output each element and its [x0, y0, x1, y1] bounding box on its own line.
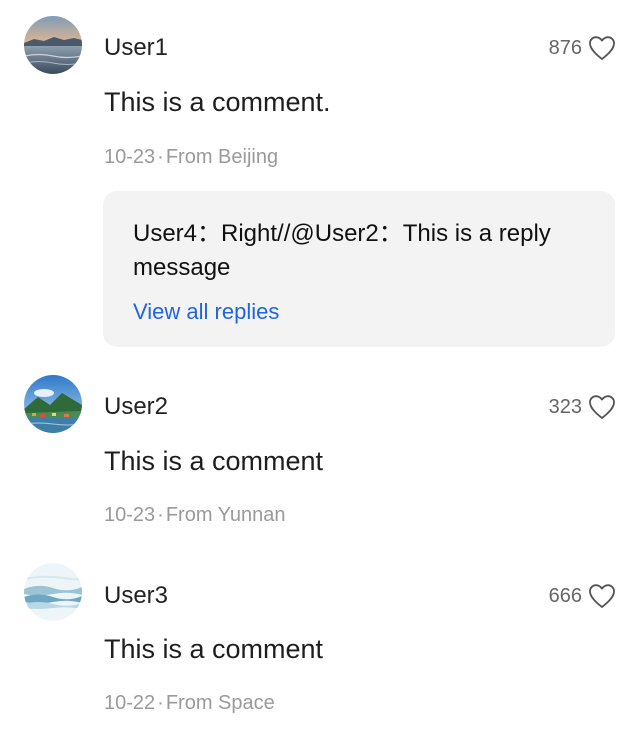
comment-date: 10-23	[104, 146, 156, 168]
heart-outline-icon[interactable]	[588, 35, 616, 61]
separator: ·	[157, 146, 164, 168]
comment-location: From Beijing	[165, 146, 279, 168]
like-button[interactable]: 323	[549, 394, 616, 420]
avatar[interactable]	[24, 375, 82, 433]
like-count: 666	[548, 584, 582, 607]
comment-text: This is a comment.	[104, 87, 331, 117]
comment-text: This is a comment	[104, 634, 324, 664]
reply-preview[interactable]: User4：Right//@User2：This is a reply mess…	[103, 191, 615, 347]
avatar[interactable]	[24, 563, 82, 621]
comment-meta: 10-23 · From Beijing	[104, 146, 278, 169]
comment-meta: 10-23 · From Yunnan	[104, 504, 286, 527]
view-all-replies-link[interactable]: View all replies	[133, 299, 279, 325]
comment-location: From Space	[165, 692, 275, 714]
avatar[interactable]	[24, 16, 82, 74]
reply-text: User4：Right//@User2：This is a reply mess…	[133, 220, 551, 281]
like-button[interactable]: 666	[549, 583, 616, 609]
avatar-image	[24, 375, 82, 433]
avatar-image	[24, 16, 82, 74]
username[interactable]: User3	[104, 582, 168, 610]
comment-text: This is a comment	[104, 446, 324, 476]
like-count: 323	[548, 395, 582, 418]
comment-date: 10-22	[104, 692, 156, 714]
heart-outline-icon[interactable]	[588, 394, 616, 420]
like-count: 876	[548, 36, 582, 59]
avatar-image	[24, 563, 82, 621]
heart-outline-icon[interactable]	[588, 583, 616, 609]
comment-date: 10-23	[104, 504, 156, 526]
username[interactable]: User2	[104, 393, 168, 421]
comment-meta: 10-22 · From Space	[104, 692, 275, 715]
comment-location: From Yunnan	[165, 504, 286, 526]
like-button[interactable]: 876	[549, 35, 616, 61]
separator: ·	[157, 504, 164, 526]
username[interactable]: User1	[104, 34, 168, 62]
separator: ·	[157, 692, 164, 714]
